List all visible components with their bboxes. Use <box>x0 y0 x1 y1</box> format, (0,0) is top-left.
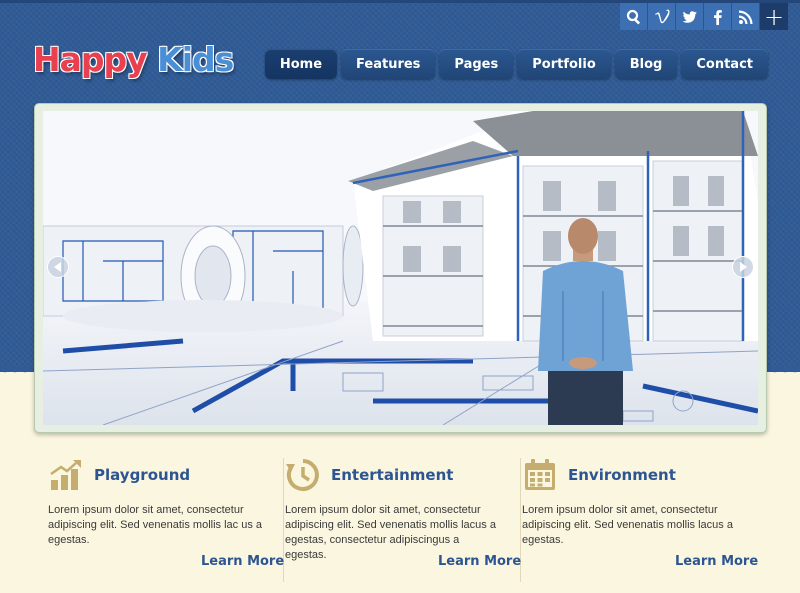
feature-title: Entertainment <box>331 466 454 484</box>
nav-item-features[interactable]: Features <box>341 49 436 79</box>
feature-text: Lorem ipsum dolor sit amet, consectetur … <box>522 504 733 546</box>
twitter-icon[interactable] <box>676 3 704 30</box>
logo-word-2: Kids <box>157 40 234 79</box>
rss-icon[interactable] <box>732 3 760 30</box>
learn-more-link[interactable]: Learn More <box>675 554 758 569</box>
clock-history-icon <box>285 457 321 493</box>
learn-more-link[interactable]: Learn More <box>438 554 521 569</box>
chevron-left-icon <box>54 262 61 272</box>
learn-more-link[interactable]: Learn More <box>201 554 284 569</box>
nav-item-home[interactable]: Home <box>264 49 338 79</box>
feature-title: Playground <box>94 466 191 484</box>
slider-prev-arrow[interactable] <box>47 256 69 278</box>
more-plus-icon[interactable]: + <box>760 3 788 30</box>
social-bar <box>620 3 760 30</box>
feature-environment: Environment Lorem ipsum dolor sit amet, … <box>522 455 759 569</box>
site-logo[interactable]: Happy Kids <box>33 40 234 79</box>
slider-next-arrow[interactable] <box>732 256 754 278</box>
nav-item-contact[interactable]: Contact <box>681 49 768 79</box>
vimeo-icon[interactable] <box>648 3 676 30</box>
facebook-icon[interactable] <box>704 3 732 30</box>
feature-entertainment: Entertainment Lorem ipsum dolor sit amet… <box>285 455 522 569</box>
nav-item-portfolio[interactable]: Portfolio <box>517 49 611 79</box>
growth-chart-icon <box>48 457 84 493</box>
nav-item-blog[interactable]: Blog <box>614 49 678 79</box>
chevron-right-icon <box>740 262 747 272</box>
feature-text: Lorem ipsum dolor sit amet, consectetur … <box>48 504 263 546</box>
slide-image <box>43 111 758 425</box>
main-nav: Home Features Pages Portfolio Blog Conta… <box>264 49 768 79</box>
calendar-icon <box>522 457 558 493</box>
feature-title: Environment <box>568 466 676 484</box>
nav-item-pages[interactable]: Pages <box>439 49 514 79</box>
logo-word-1: Happy <box>33 40 148 79</box>
image-slider <box>34 103 767 433</box>
search-icon[interactable] <box>620 3 648 30</box>
feature-playground: Playground Lorem ipsum dolor sit amet, c… <box>48 455 285 569</box>
